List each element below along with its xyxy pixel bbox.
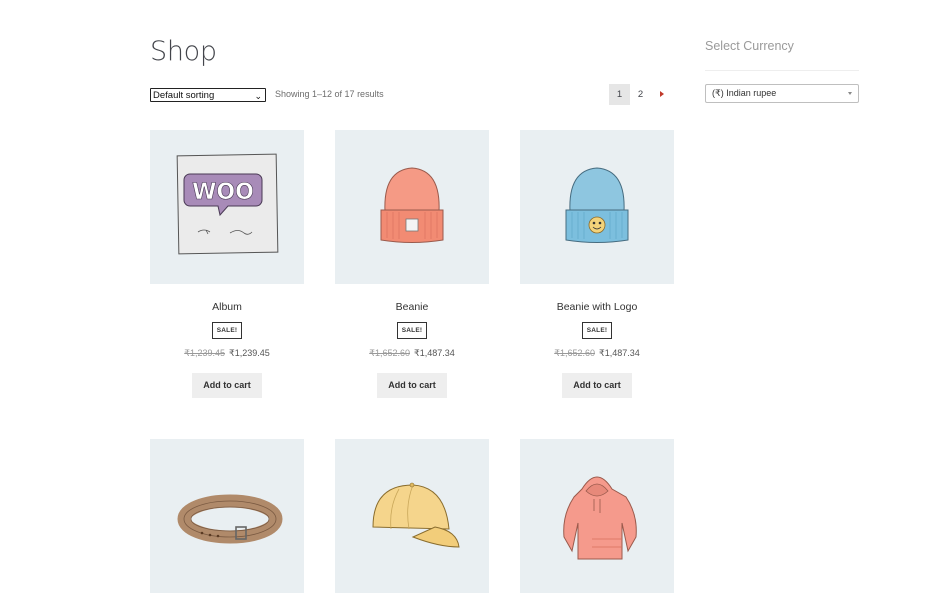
chevron-down-icon: ⌄ (254, 91, 262, 101)
product-name[interactable]: Beanie (335, 300, 489, 314)
result-count: Showing 1–12 of 17 results (275, 89, 384, 99)
currency-select[interactable]: (₹) Indian rupee (705, 84, 859, 103)
product-card: Beanie SALE! ₹1,652.60 ₹1,487.34 Add to c… (335, 130, 489, 398)
product-image-belt[interactable] (150, 439, 304, 593)
product-price: ₹1,239.45 ₹1,239.45 (150, 347, 304, 359)
page-title: Shop (150, 36, 217, 67)
product-image-beanie-with-logo[interactable] (520, 130, 674, 284)
product-image-beanie[interactable] (335, 130, 489, 284)
product-price: ₹1,652.60 ₹1,487.34 (520, 347, 674, 359)
product-name[interactable]: Album (150, 300, 304, 314)
original-price: ₹1,239.45 (184, 348, 225, 358)
product-card: WOO Album SALE! ₹1,239.45 ₹1,239.45 Add t… (150, 130, 304, 398)
sale-price: ₹1,487.34 (414, 348, 455, 358)
product-card (335, 439, 489, 593)
add-to-cart-button[interactable]: Add to cart (377, 373, 447, 398)
caret-down-icon (848, 92, 852, 95)
page-link-1[interactable]: 1 (609, 84, 630, 105)
sort-select-value: Default sorting (153, 90, 215, 101)
pagination: 1 2 (609, 84, 672, 105)
sort-select[interactable]: Default sorting ⌄ (150, 88, 266, 102)
sale-badge: SALE! (396, 322, 428, 339)
currency-select-value: (₹) Indian rupee (712, 88, 777, 98)
product-image-hoodie[interactable] (520, 439, 674, 593)
sale-price: ₹1,487.34 (599, 348, 640, 358)
product-card (150, 439, 304, 593)
product-card (520, 439, 674, 593)
sale-price: ₹1,239.45 (229, 348, 270, 358)
product-name[interactable]: Beanie with Logo (520, 300, 674, 314)
original-price: ₹1,652.60 (369, 348, 410, 358)
sale-badge: SALE! (211, 322, 243, 339)
sale-badge: SALE! (581, 322, 613, 339)
page-link-2[interactable]: 2 (630, 84, 651, 105)
product-image-cap[interactable] (335, 439, 489, 593)
next-page-icon[interactable] (651, 84, 672, 105)
sidebar-title: Select Currency (705, 39, 794, 53)
original-price: ₹1,652.60 (554, 348, 595, 358)
add-to-cart-button[interactable]: Add to cart (562, 373, 632, 398)
product-card: Beanie with Logo SALE! ₹1,652.60 ₹1,487.3… (520, 130, 674, 398)
add-to-cart-button[interactable]: Add to cart (192, 373, 262, 398)
svg-text:WOO: WOO (192, 180, 254, 205)
product-price: ₹1,652.60 ₹1,487.34 (335, 347, 489, 359)
sidebar-divider (705, 70, 859, 71)
product-image-album[interactable]: WOO (150, 130, 304, 284)
